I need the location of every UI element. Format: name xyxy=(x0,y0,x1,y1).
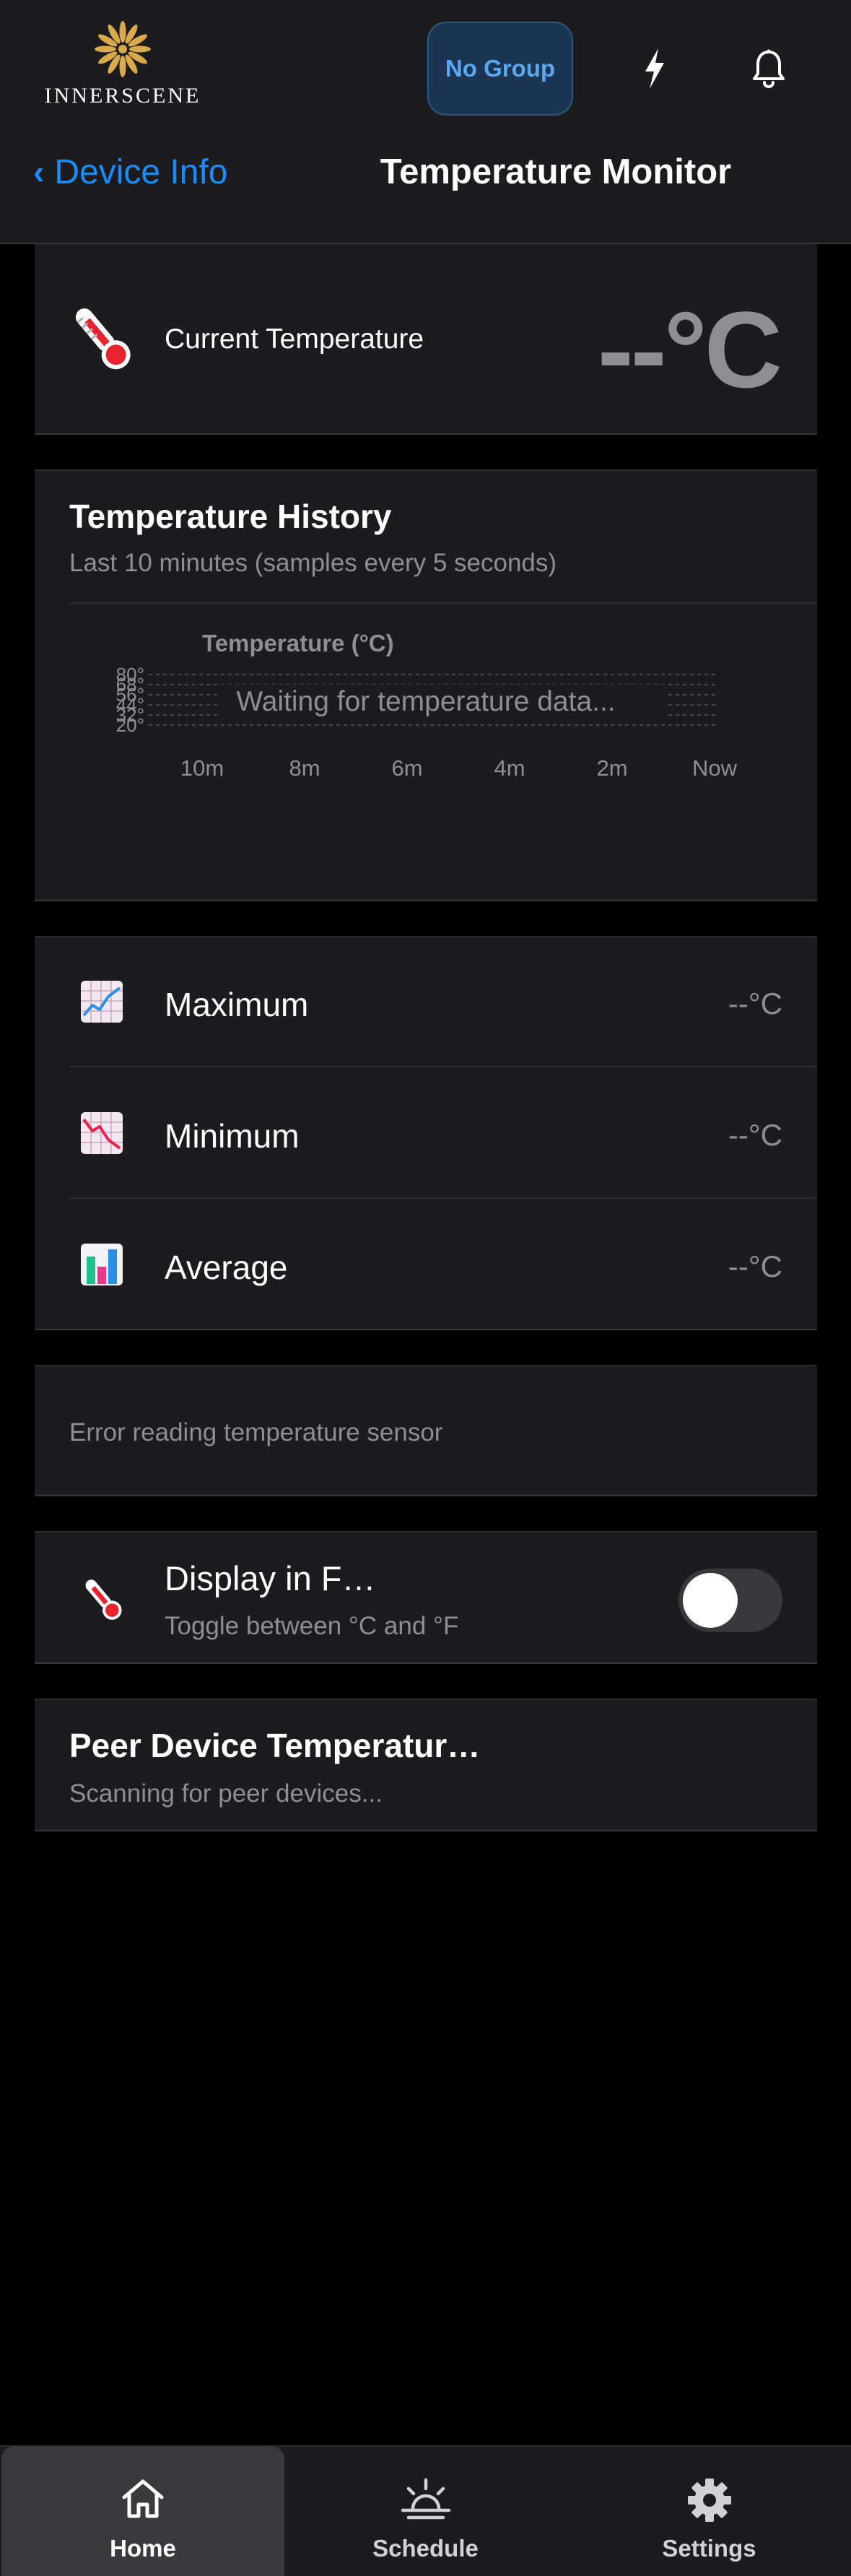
chevron-left-icon: ‹ xyxy=(33,153,45,191)
top-bar: INNERSCENE No Group xyxy=(0,0,851,137)
x-tick-label: 8m xyxy=(289,755,320,781)
stat-row-maximum: Maximum --°C xyxy=(35,937,817,1067)
unit-toggle-card: Display in F… Toggle between °C and °F xyxy=(35,1531,817,1664)
gear-icon xyxy=(687,2479,731,2522)
x-tick-label: Now xyxy=(692,755,738,781)
x-tick-label: 4m xyxy=(494,755,525,781)
logo-mark-icon xyxy=(95,21,151,77)
home-icon xyxy=(122,2479,164,2518)
x-tick-label: 10m xyxy=(180,755,224,781)
error-card: Error reading temperature sensor xyxy=(35,1365,817,1496)
x-tick-label: 2m xyxy=(596,755,627,781)
temperature-chart: Temperature (°C) 80° 68° 56° 44° 32° 20° 10m 8m 6… xyxy=(69,615,817,875)
tab-schedule[interactable]: Schedule xyxy=(284,2447,567,2576)
header: INNERSCENE No Group ‹ Device Info Temper… xyxy=(0,0,851,244)
tab-settings[interactable]: Settings xyxy=(567,2447,851,2576)
peer-devices-card: Peer Device Temperatur… Scanning for pee… xyxy=(35,1699,817,1831)
history-title: Temperature History xyxy=(69,498,392,535)
tab-label: Schedule xyxy=(372,2535,479,2562)
current-temperature-label: Current Temperature xyxy=(165,324,424,355)
back-button[interactable]: ‹ Device Info xyxy=(33,150,227,194)
navigation-bar: ‹ Device Info Temperature Monitor xyxy=(0,137,851,244)
page-title: Temperature Monitor xyxy=(380,152,732,191)
y-tick-label: 20° xyxy=(116,714,144,736)
error-message: Error reading temperature sensor xyxy=(69,1418,443,1447)
notifications-button[interactable] xyxy=(736,36,801,101)
stat-value: --°C xyxy=(728,1249,782,1283)
toggle-knob xyxy=(683,1573,738,1628)
bell-icon xyxy=(753,49,785,88)
tab-label: Home xyxy=(110,2535,176,2562)
chart-title: Temperature (°C) xyxy=(202,630,394,656)
unit-toggle-subtitle: Toggle between °C and °F xyxy=(165,1612,459,1640)
chart-down-icon xyxy=(81,1112,123,1154)
logo-text: INNERSCENE xyxy=(44,84,201,108)
divider xyxy=(69,602,817,604)
history-subtitle: Last 10 minutes (samples every 5 seconds… xyxy=(69,549,557,577)
chart-up-icon xyxy=(81,981,123,1023)
power-button[interactable] xyxy=(622,36,687,101)
current-temperature-value: --°C xyxy=(597,289,782,410)
bottom-tab-bar: Home Schedule Settings xyxy=(0,2445,851,2576)
current-temperature-card: Current Temperature --°C xyxy=(35,244,817,435)
temperature-history-card: Temperature History Last 10 minutes (sam… xyxy=(35,469,817,901)
stat-label: Minimum xyxy=(165,1117,300,1155)
x-tick-label: 6m xyxy=(391,755,422,781)
thermometer-icon xyxy=(85,1579,122,1620)
temperature-stats-card: Maximum --°C Minimum --°C Average --°C xyxy=(35,936,817,1330)
lightning-bolt-icon xyxy=(645,48,664,89)
group-selector-button[interactable]: No Group xyxy=(427,22,573,116)
stat-row-minimum: Minimum --°C xyxy=(35,1069,817,1199)
peer-devices-title: Peer Device Temperatur… xyxy=(69,1727,481,1764)
chart-placeholder-text: Waiting for temperature data... xyxy=(236,686,615,717)
sunrise-icon xyxy=(401,2478,450,2520)
tab-label: Settings xyxy=(662,2535,756,2562)
thermometer-icon xyxy=(75,308,131,370)
stat-label: Maximum xyxy=(165,986,309,1023)
tab-home[interactable]: Home xyxy=(1,2447,284,2576)
divider xyxy=(69,1197,817,1199)
logo: INNERSCENE xyxy=(42,16,204,110)
group-selector-label: No Group xyxy=(445,55,556,82)
fahrenheit-toggle-switch[interactable] xyxy=(678,1569,782,1632)
unit-toggle-label: Display in F… xyxy=(165,1559,376,1597)
stat-value: --°C xyxy=(728,1118,782,1152)
stat-label: Average xyxy=(165,1249,288,1286)
stat-row-average: Average --°C xyxy=(35,1200,817,1330)
peer-devices-status: Scanning for peer devices... xyxy=(69,1779,383,1808)
back-button-label: Device Info xyxy=(54,152,228,191)
temperature-chart-svg: Temperature (°C)80°68°56°44°32°20°10m 8m 6… xyxy=(116,630,738,781)
bar-chart-icon xyxy=(81,1244,123,1285)
stat-value: --°C xyxy=(728,986,782,1020)
app-screen: INNERSCENE No Group ‹ Device Info Temper… xyxy=(0,0,851,2576)
divider xyxy=(69,1066,817,1067)
